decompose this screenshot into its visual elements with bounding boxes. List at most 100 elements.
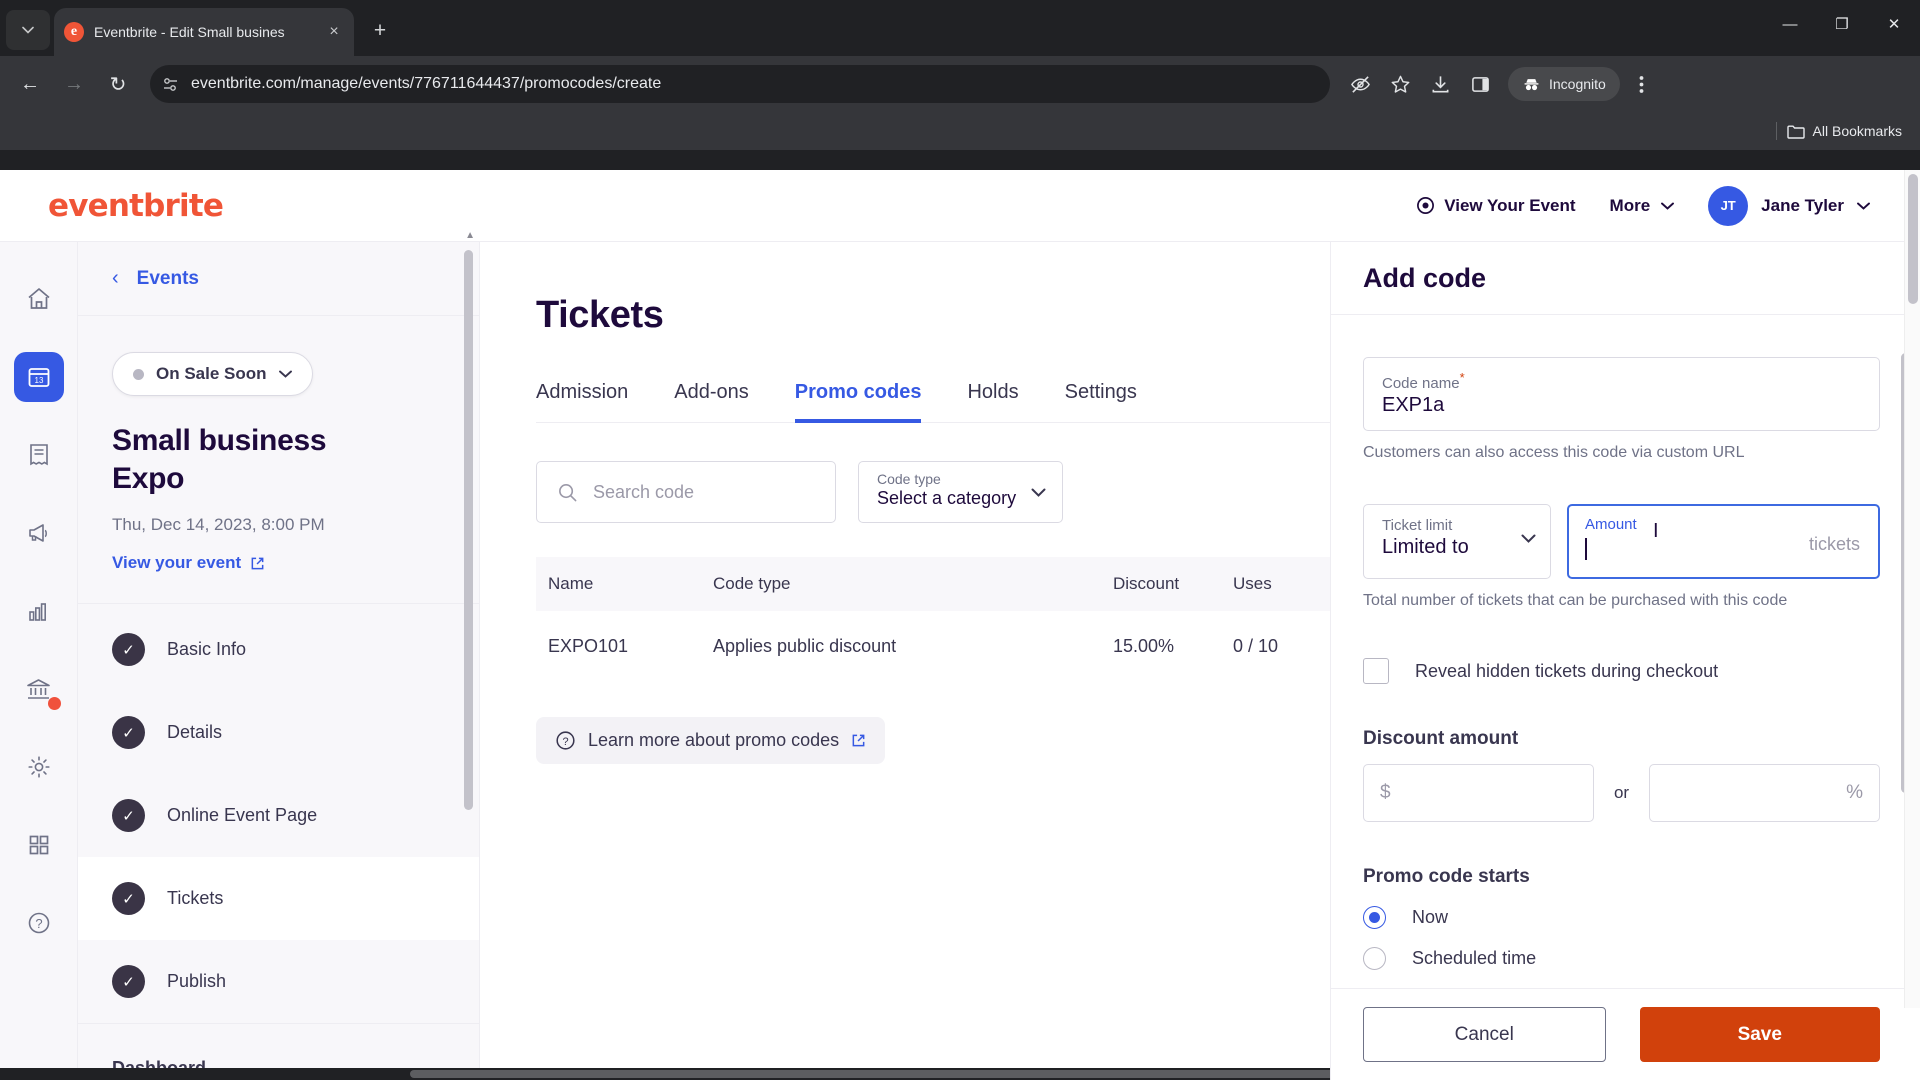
- rail-item-finance[interactable]: [14, 664, 64, 714]
- cell-uses: 0 / 10: [1233, 635, 1279, 656]
- rail-item-settings[interactable]: [14, 742, 64, 792]
- star-icon[interactable]: [1382, 66, 1418, 102]
- browser-tab[interactable]: e Eventbrite - Edit Small busines ×: [54, 8, 354, 56]
- radio-scheduled-icon[interactable]: [1363, 947, 1386, 970]
- sidebar-scrollbar[interactable]: [464, 250, 473, 810]
- sidebar-item-publish[interactable]: ✓ Publish: [78, 940, 479, 1023]
- discount-percent-input[interactable]: %: [1649, 764, 1880, 822]
- starts-option-now[interactable]: Now: [1363, 906, 1880, 929]
- rail-item-apps[interactable]: [14, 820, 64, 870]
- check-icon: ✓: [112, 633, 145, 666]
- profile-incognito-button[interactable]: Incognito: [1508, 67, 1620, 101]
- svg-text:?: ?: [35, 916, 42, 931]
- promo-code-starts-title: Promo code starts: [1363, 866, 1530, 887]
- radio-now-icon[interactable]: [1363, 906, 1386, 929]
- svg-text:?: ?: [562, 736, 568, 748]
- eventbrite-logo[interactable]: eventbrite: [48, 188, 224, 224]
- address-bar[interactable]: eventbrite.com/manage/events/77671164443…: [150, 65, 1330, 103]
- reveal-hidden-tickets-checkbox[interactable]: [1363, 658, 1389, 684]
- sidebar-item-label: Tickets: [167, 888, 224, 908]
- tab-settings[interactable]: Settings: [1065, 381, 1137, 422]
- chevron-down-icon: [1031, 484, 1046, 502]
- event-steps: ✓ Basic Info ✓ Details ✓ Online Event Pa…: [78, 604, 479, 1023]
- more-menu-button[interactable]: More: [1610, 196, 1675, 216]
- rail-item-marketing[interactable]: [14, 508, 64, 558]
- window-close-button[interactable]: ✕: [1868, 0, 1920, 48]
- browser-window: e Eventbrite - Edit Small busines × + — …: [0, 0, 1920, 1080]
- sidebar-item-basic-info[interactable]: ✓ Basic Info: [78, 608, 479, 691]
- search-input[interactable]: Search code: [536, 461, 836, 523]
- horizontal-scrollbar-thumb[interactable]: [410, 1070, 1350, 1078]
- reveal-hidden-tickets-row[interactable]: Reveal hidden tickets during checkout: [1363, 658, 1880, 684]
- rail-item-orders[interactable]: [14, 430, 64, 480]
- tab-strip: e Eventbrite - Edit Small busines × + — …: [0, 0, 1920, 56]
- new-tab-button[interactable]: +: [364, 16, 396, 48]
- site-settings-icon[interactable]: [162, 76, 179, 93]
- code-type-select[interactable]: Code type Select a category: [858, 461, 1063, 523]
- learn-more-link[interactable]: ? Learn more about promo codes: [536, 717, 886, 764]
- tab-add-ons[interactable]: Add-ons: [674, 381, 749, 422]
- kebab-menu-icon[interactable]: [1624, 66, 1660, 102]
- reload-icon[interactable]: ↻: [98, 64, 138, 104]
- browser-toolbar: ← → ↻ eventbrite.com/manage/events/77671…: [0, 56, 1920, 112]
- all-bookmarks-button[interactable]: All Bookmarks: [1786, 123, 1902, 139]
- search-placeholder: Search code: [593, 481, 695, 502]
- view-your-event-button[interactable]: View Your Event: [1416, 196, 1576, 216]
- main-content: Tickets Admission Add-ons Promo codes Ho…: [480, 242, 1920, 1080]
- tab-admission[interactable]: Admission: [536, 381, 628, 422]
- home-icon: [27, 288, 50, 309]
- add-code-drawer: Add code Code name* EXP1a Customers can …: [1330, 242, 1920, 1080]
- status-badge[interactable]: On Sale Soon: [112, 352, 313, 396]
- cancel-button[interactable]: Cancel: [1363, 1007, 1606, 1062]
- maximize-button[interactable]: ❐: [1816, 0, 1868, 48]
- amount-input[interactable]: Amount tickets I: [1567, 504, 1880, 579]
- rail-item-events[interactable]: 13: [13, 352, 64, 402]
- code-name-helper: Customers can also access this code via …: [1363, 444, 1745, 461]
- page-scrollbar[interactable]: ▲: [1904, 170, 1920, 1008]
- event-title: Small business Expo: [112, 424, 327, 495]
- download-icon[interactable]: [1422, 66, 1458, 102]
- user-menu-button[interactable]: JT Jane Tyler: [1708, 185, 1870, 226]
- scroll-up-arrow-icon[interactable]: ▲: [465, 230, 475, 241]
- chevron-down-icon: [278, 370, 292, 378]
- chevron-down-icon: [1661, 202, 1675, 210]
- back-icon[interactable]: ←: [10, 64, 50, 104]
- close-icon[interactable]: ×: [324, 23, 344, 41]
- eye-off-icon[interactable]: [1342, 66, 1378, 102]
- external-link-icon: [852, 734, 865, 747]
- page-content: eventbrite View Your Event More JT Jane …: [0, 170, 1920, 1080]
- sidebar-item-details[interactable]: ✓ Details: [78, 691, 479, 774]
- svg-text:13: 13: [34, 376, 43, 385]
- minimize-button[interactable]: —: [1764, 0, 1816, 48]
- side-panel-icon[interactable]: [1462, 66, 1498, 102]
- rail-item-home[interactable]: [14, 274, 64, 324]
- sidebar-item-online-event-page[interactable]: ✓ Online Event Page: [78, 774, 479, 857]
- tab-promo-codes[interactable]: Promo codes: [794, 381, 921, 423]
- back-to-events-label: Events: [136, 267, 199, 289]
- rail-item-help[interactable]: ?: [14, 898, 64, 948]
- forward-icon[interactable]: →: [54, 64, 94, 104]
- divider: [1775, 122, 1777, 140]
- sidebar-item-tickets[interactable]: ✓ Tickets: [78, 857, 479, 940]
- status-dot-icon: [133, 368, 144, 380]
- ticket-limit-select[interactable]: Ticket limit Limited to: [1363, 504, 1551, 579]
- save-button[interactable]: Save: [1639, 1007, 1880, 1062]
- table-row[interactable]: EXPO101 Applies public discount 15.00% 0…: [536, 611, 1356, 681]
- discount-or-label: or: [1613, 783, 1630, 802]
- url-text: eventbrite.com/manage/events/77671164443…: [191, 75, 662, 92]
- page-scrollbar-thumb[interactable]: [1908, 174, 1918, 304]
- app-body: 13 ? ‹ Events On Sale Soon Small busines…: [0, 230, 1920, 1080]
- discount-currency-input[interactable]: $: [1363, 764, 1594, 822]
- promo-codes-table: Name Code type Discount Uses EXPO101 App…: [536, 557, 1356, 681]
- view-your-event-link[interactable]: View your event: [112, 553, 445, 573]
- gear-icon: [27, 756, 50, 778]
- rail-item-reports[interactable]: [14, 586, 64, 636]
- check-icon: ✓: [112, 799, 145, 832]
- chevron-left-icon: ‹: [112, 267, 119, 289]
- tab-holds[interactable]: Holds: [967, 381, 1018, 422]
- starts-option-scheduled[interactable]: Scheduled time: [1363, 947, 1880, 970]
- required-marker: *: [1459, 370, 1465, 385]
- back-to-events-link[interactable]: ‹ Events: [78, 242, 479, 316]
- code-name-field[interactable]: Code name* EXP1a: [1363, 357, 1880, 431]
- tab-search-icon[interactable]: [6, 10, 50, 50]
